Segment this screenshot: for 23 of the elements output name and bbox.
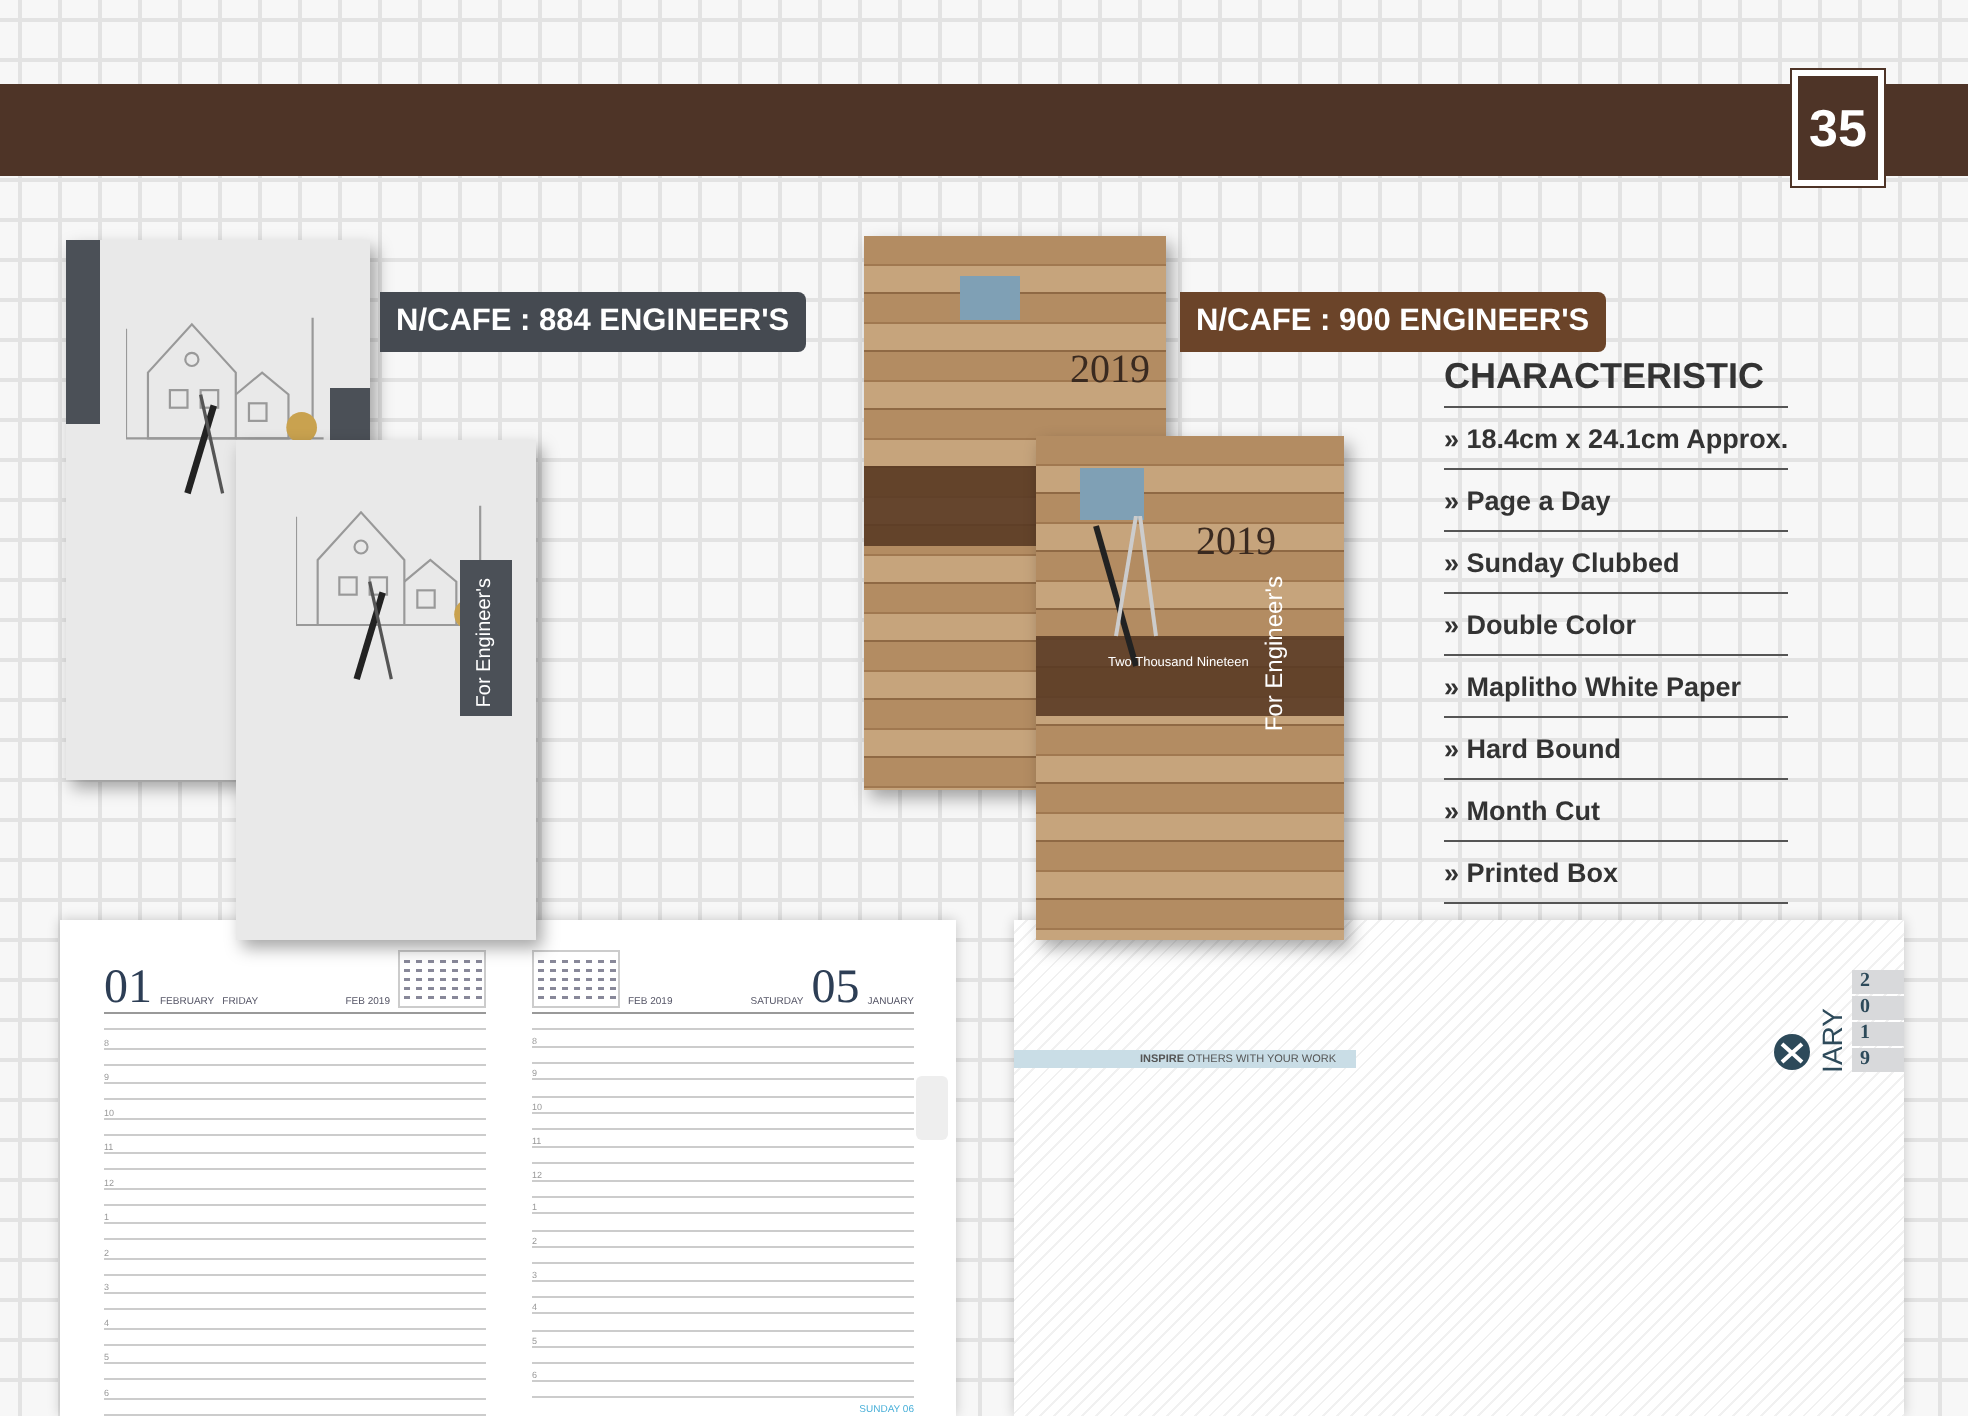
feature-item: » Sunday Clubbed: [1444, 532, 1788, 594]
day-number: 01: [104, 968, 152, 1008]
feature-item: » Page a Day: [1444, 470, 1788, 532]
feature-item: » Month Cut: [1444, 780, 1788, 842]
feature-item: » Maplitho White Paper: [1444, 656, 1788, 718]
product-code-label: N/CAFE : 900 ENGINEER'S: [1180, 292, 1606, 352]
feature-item: » Printed Box: [1444, 842, 1788, 904]
feature-item: » Hard Bound: [1444, 718, 1788, 780]
feature-item: » 18.4cm x 24.1cm Approx.: [1444, 408, 1788, 470]
section-title: CHARACTERISTIC: [1444, 356, 1788, 408]
page-number: 35: [1792, 70, 1884, 186]
year-digit: 0: [1852, 996, 1904, 1020]
cover-title: For Engineer's: [474, 578, 496, 708]
logo-text: IARY: [1816, 1007, 1848, 1072]
year-digit: 2: [1852, 970, 1904, 994]
product-code-label: N/CAFE : 884 ENGINEER'S: [380, 292, 806, 352]
box-year: 2019: [1070, 348, 1150, 394]
day-number: 05: [811, 968, 860, 1008]
feature-item: » Double Color: [1444, 594, 1788, 656]
cover-title: For Engineer's: [1260, 576, 1288, 732]
year-digit: 1: [1852, 1022, 1904, 1046]
cover-year: 2019: [1196, 520, 1276, 566]
year-digit: 9: [1852, 1048, 1904, 1072]
